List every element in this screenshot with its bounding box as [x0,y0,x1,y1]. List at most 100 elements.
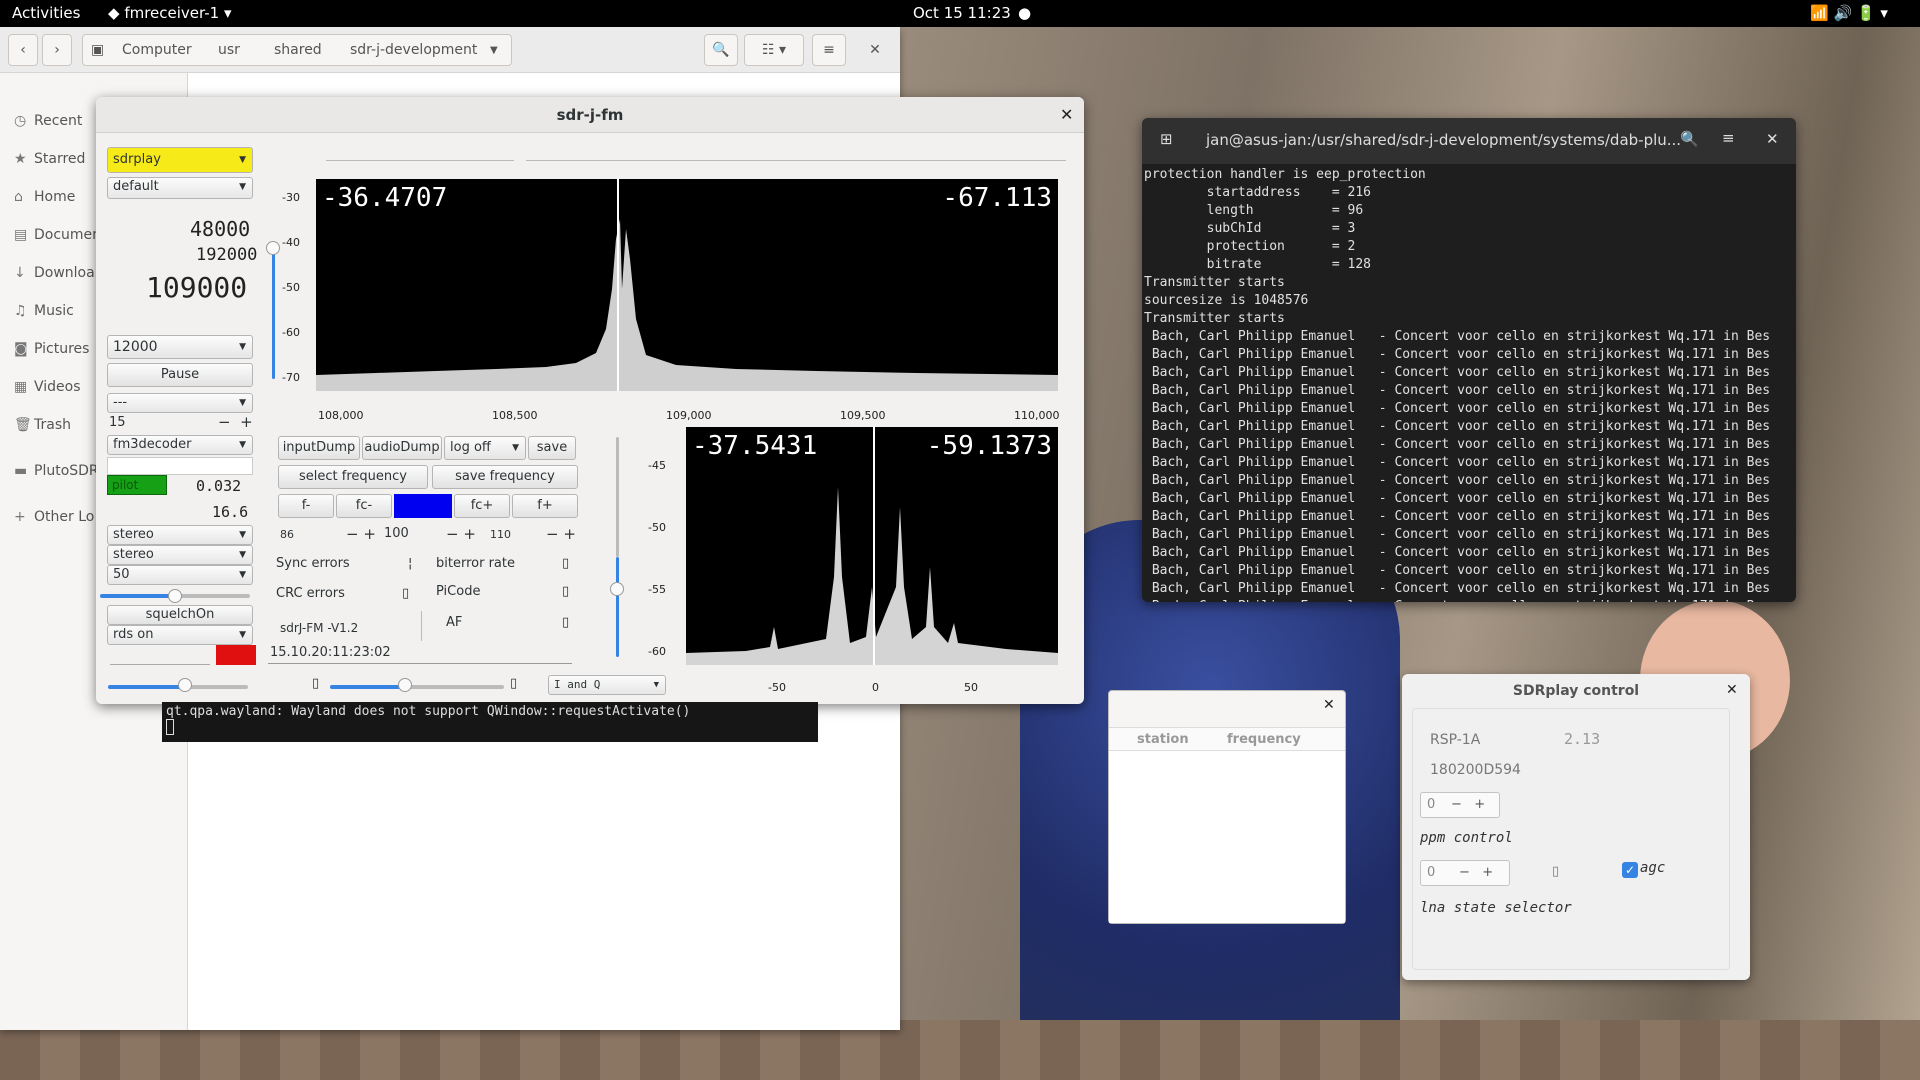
attenuation-slider-knob[interactable] [178,678,192,692]
sidebar-item-home[interactable]: ⌂ Home [14,189,75,205]
trash-icon: 🗑 [14,417,32,433]
bandwidth-selector[interactable]: 12000 [107,335,253,359]
crumb-shared[interactable]: shared [274,42,322,58]
input-dump-button[interactable]: inputDump [278,436,360,460]
sync-errors-value: ¦ [408,556,413,571]
attenuation-slider-fill[interactable] [108,685,184,689]
level-selector[interactable]: 50 [107,565,253,585]
step-spinner[interactable]: − + [218,413,253,431]
agc-checkbox[interactable]: ✓ [1622,862,1638,878]
step-b-value[interactable]: 100 [384,526,409,541]
sidebar-item-trash[interactable]: 🗑 Trash [14,417,71,433]
balance-slider-knob[interactable] [398,678,412,692]
crumb-computer[interactable]: Computer [122,42,192,58]
forward-icon[interactable]: › [42,34,72,66]
gain-slider-track[interactable] [272,249,275,379]
step-c-spinner[interactable]: − + [546,525,576,543]
f-minus-button[interactable]: f- [278,494,334,518]
activities-button[interactable]: Activities [12,4,80,22]
sidebar-item-recent[interactable]: ◷ Recent [14,113,82,129]
search-icon[interactable]: 🔍 [1680,130,1699,148]
f-plus-button[interactable]: f+ [512,494,578,518]
step-a-value[interactable]: 86 [280,528,294,541]
save-frequency-button[interactable]: save frequency [432,465,578,489]
baseband-scope[interactable]: -37.5431 -59.1373 [686,427,1058,665]
lna-stepper[interactable]: − + [1459,861,1493,885]
menu-icon[interactable]: ≡ [1722,129,1735,147]
audio-dump-button[interactable]: audioDump [362,436,442,460]
sidebar-item-starred[interactable]: ★ Starred [14,151,85,167]
station-table-body[interactable] [1109,751,1345,923]
crumb-sdr-j-development[interactable]: sdr-j-development [350,42,477,58]
squelch-button[interactable]: squelchOn [107,605,253,625]
sidebar-item-music[interactable]: ♫ Music [14,303,74,319]
scope-amp-fill[interactable] [616,557,619,657]
search-icon[interactable]: 🔍 [704,34,738,66]
log-selector[interactable]: log off [444,436,526,460]
step-value[interactable]: 15 [109,415,126,430]
balance-slider-fill[interactable] [330,685,406,689]
device-selector[interactable]: sdrplay [107,147,253,173]
sidebar-item-pictures[interactable]: ◙ Pictures [14,341,89,357]
ppm-spinbox[interactable]: 0 − + [1420,792,1500,818]
new-tab-icon[interactable]: ⊞ [1160,130,1173,148]
attenuation-slider-track[interactable] [184,685,248,689]
home-icon: ⌂ [14,189,23,205]
ppm-stepper[interactable]: − + [1451,793,1485,817]
iq-selector[interactable]: I and Q [548,675,666,695]
terminal-line: protection handler is eep_protection [1144,167,1426,182]
scope-x-tick: 50 [964,681,978,694]
sidebar-item-other-locations[interactable]: + Other Lo [14,509,94,525]
gain-slider-knob[interactable] [266,241,280,255]
sidebar-item-plutosdr[interactable]: ▬ PlutoSDR [14,463,99,479]
volume-slider-track[interactable] [176,594,250,598]
close-icon[interactable]: ✕ [858,34,892,66]
spectrum-display[interactable]: -36.4707 -67.113 [316,179,1058,391]
decoder-selector[interactable]: fm3decoder [107,435,253,455]
profile-selector[interactable]: default [107,177,253,199]
step-b-spinner[interactable]: − + [446,525,476,543]
column-station[interactable]: station [1137,732,1189,747]
crumb-usr[interactable]: usr [218,42,240,58]
crumb-dropdown-icon[interactable]: ▼ [490,45,498,56]
balance-value: ▯ [510,676,518,691]
sidebar-item-documents[interactable]: ▤ Documen [14,227,101,243]
step-a-spinner[interactable]: − + [346,525,376,543]
close-icon[interactable]: ✕ [1726,682,1738,698]
select-frequency-button[interactable]: select frequency [278,465,428,489]
decoder-field[interactable] [107,457,253,475]
volume-slider-knob[interactable] [168,589,182,603]
stereo-selector-2[interactable]: stereo [107,545,253,565]
frequency-input[interactable] [326,143,514,161]
mode-selector[interactable]: --- [107,393,253,413]
scope-y-tick: -60 [648,645,666,658]
app-menu[interactable]: ◆ fmreceiver-1 ▾ [108,4,232,22]
step-c-value[interactable]: 110 [490,528,511,541]
view-toggle-icon[interactable]: ☷ ▾ [744,34,804,66]
menu-icon[interactable]: ≡ [812,34,846,66]
system-tray[interactable]: 📶 🔊 🔋 ▾ [1810,4,1888,22]
scope-amp-track[interactable] [616,437,619,557]
save-button[interactable]: save [528,436,576,460]
terminal-line: subChId = 3 [1144,221,1356,236]
clock[interactable]: Oct 15 11:23 [913,4,1011,22]
close-icon[interactable]: ✕ [1323,697,1335,713]
close-icon[interactable]: ✕ [1766,130,1779,148]
rds-selector[interactable]: rds on [107,625,253,645]
terminal-output[interactable]: protection handler is eep_protection sta… [1142,164,1796,602]
fc-plus-button[interactable]: fc+ [454,494,510,518]
sidebar-item-downloads[interactable]: ↓ Downloa [14,265,95,281]
close-icon[interactable]: ✕ [1060,105,1073,124]
pause-button[interactable]: Pause [107,363,253,387]
fc-minus-button[interactable]: fc- [336,494,392,518]
stereo-selector-1[interactable]: stereo [107,525,253,545]
volume-slider-fill[interactable] [100,594,176,598]
column-frequency[interactable]: frequency [1227,732,1301,747]
sidebar-item-label: Other Lo [34,509,95,525]
sidebar-item-videos[interactable]: ▦ Videos [14,379,81,395]
balance-slider-track[interactable] [406,685,504,689]
scope-amp-knob[interactable] [610,582,624,596]
lna-spinbox[interactable]: 0 − + [1420,860,1510,886]
back-icon[interactable]: ‹ [8,34,38,66]
terminal-line: Bach, Carl Philipp Emanuel - Concert voo… [1144,365,1771,380]
